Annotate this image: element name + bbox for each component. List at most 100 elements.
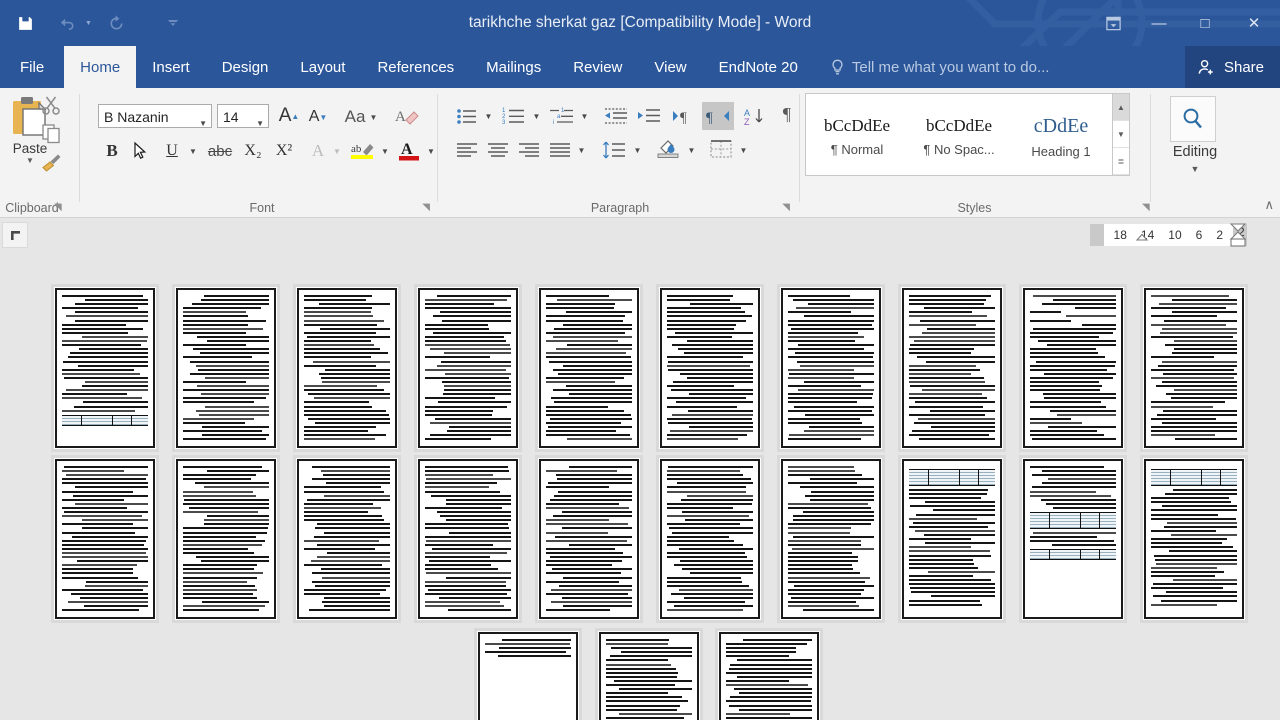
text-effects-button[interactable]: A [306,136,330,166]
clipboard-dialog-launcher-icon[interactable]: ◥ [54,202,62,213]
align-left-button[interactable] [452,136,482,164]
font-size-input[interactable]: 14 ▼ [217,104,269,128]
document-page[interactable] [474,628,582,720]
multilevel-list-button[interactable]: 1ai [546,102,578,130]
bold-button[interactable]: B [98,136,126,166]
document-page[interactable] [172,284,280,452]
page-surface[interactable] [1022,458,1124,620]
redo-icon[interactable] [100,6,134,40]
page-surface[interactable] [175,287,277,449]
tab-file[interactable]: File [0,46,64,88]
document-page[interactable] [1140,455,1248,623]
superscript-button[interactable]: X² [269,136,299,166]
cut-icon[interactable] [36,90,66,120]
page-surface[interactable] [417,458,519,620]
paste-dropdown-icon[interactable]: ▼ [26,156,34,166]
subscript-button[interactable]: X₂ [238,136,268,166]
page-surface[interactable] [901,287,1003,449]
customize-qat-icon[interactable] [162,6,184,40]
document-page[interactable] [414,284,522,452]
page-surface[interactable] [659,458,761,620]
borders-button[interactable] [706,135,736,163]
style-normal[interactable]: bCcDdEe ¶ Normal [806,94,908,175]
document-page[interactable] [1019,284,1127,452]
undo-dropdown-icon[interactable]: ▼ [85,20,92,27]
tab-references[interactable]: References [361,46,470,88]
page-surface[interactable] [54,458,156,620]
increase-indent-button[interactable] [633,102,665,130]
tab-layout[interactable]: Layout [284,46,361,88]
font-size-dropdown-icon[interactable]: ▼ [256,114,264,134]
left-indent-marker-icon[interactable] [1133,226,1153,248]
document-page[interactable] [1019,455,1127,623]
font-dialog-launcher-icon[interactable]: ◥ [422,202,430,213]
tab-design[interactable]: Design [206,46,285,88]
text-effects-dropdown-icon[interactable]: ▼ [329,136,345,166]
styles-more-button[interactable]: ≣ [1113,148,1129,175]
close-button[interactable]: ✕ [1228,0,1280,46]
shading-dropdown-icon[interactable]: ▼ [684,136,699,164]
horizontal-ruler[interactable]: 18 14 10 6 2 2 [1089,224,1247,246]
page-surface[interactable] [1143,458,1245,620]
line-spacing-dropdown-icon[interactable]: ▼ [630,136,645,164]
page-surface[interactable] [538,458,640,620]
bullets-dropdown-icon[interactable]: ▼ [481,102,496,130]
document-page[interactable] [656,455,764,623]
italic-button[interactable] [128,136,156,166]
editing-dropdown-icon[interactable]: ▼ [1150,164,1240,174]
page-surface[interactable] [477,631,579,720]
align-right-button[interactable] [514,136,544,164]
find-button[interactable] [1170,96,1216,142]
minimize-button[interactable]: — [1136,0,1182,46]
document-page[interactable] [898,455,1006,623]
font-name-dropdown-icon[interactable]: ▼ [199,114,207,127]
tab-endnote[interactable]: EndNote 20 [703,46,814,88]
bullets-button[interactable] [452,102,482,130]
ltr-direction-button[interactable]: ¶ [668,102,700,130]
styles-scroll-down-button[interactable]: ▼ [1113,121,1129,148]
styles-dialog-launcher-icon[interactable]: ◥ [1142,202,1150,213]
borders-dropdown-icon[interactable]: ▼ [736,136,751,164]
page-surface[interactable] [54,287,156,449]
numbering-dropdown-icon[interactable]: ▼ [529,102,544,130]
page-surface[interactable] [538,287,640,449]
ribbon-display-options-icon[interactable] [1090,0,1136,46]
document-page[interactable] [595,628,703,720]
font-color-button[interactable]: A [394,136,424,166]
document-page[interactable] [414,455,522,623]
page-surface[interactable] [417,287,519,449]
decrease-indent-button[interactable] [600,102,632,130]
share-button[interactable]: Share [1184,46,1280,88]
underline-button[interactable]: U [158,136,186,166]
highlight-button[interactable]: ab [348,136,378,166]
save-icon[interactable] [8,6,42,40]
numbering-button[interactable]: 123 [498,102,530,130]
justify-button[interactable] [545,136,575,164]
show-formatting-marks-button[interactable]: ¶ [773,100,801,128]
document-page[interactable] [51,455,159,623]
sort-button[interactable]: AZ [740,102,770,130]
document-page[interactable] [535,284,643,452]
page-surface[interactable] [659,287,761,449]
tab-home[interactable]: Home [64,46,137,88]
page-surface[interactable] [598,631,700,720]
document-page[interactable] [898,284,1006,452]
page-surface[interactable] [780,287,882,449]
shading-button[interactable] [652,134,684,162]
document-page[interactable] [293,455,401,623]
page-surface[interactable] [901,458,1003,620]
underline-dropdown-icon[interactable]: ▼ [185,136,201,166]
style-heading-1[interactable]: cDdEe Heading 1 [1010,94,1112,175]
tell-me-search[interactable]: Tell me what you want to do... [830,46,1049,88]
highlight-dropdown-icon[interactable]: ▼ [377,136,393,166]
document-page[interactable] [535,455,643,623]
right-indent-marker-icon[interactable] [1227,222,1249,254]
page-surface[interactable] [296,458,398,620]
align-center-button[interactable] [483,136,513,164]
document-page[interactable] [172,455,280,623]
document-page[interactable] [51,284,159,452]
tab-mailings[interactable]: Mailings [470,46,557,88]
page-surface[interactable] [780,458,882,620]
clear-formatting-icon[interactable]: A [392,102,422,130]
change-case-button[interactable]: Aa ▼ [338,103,384,131]
